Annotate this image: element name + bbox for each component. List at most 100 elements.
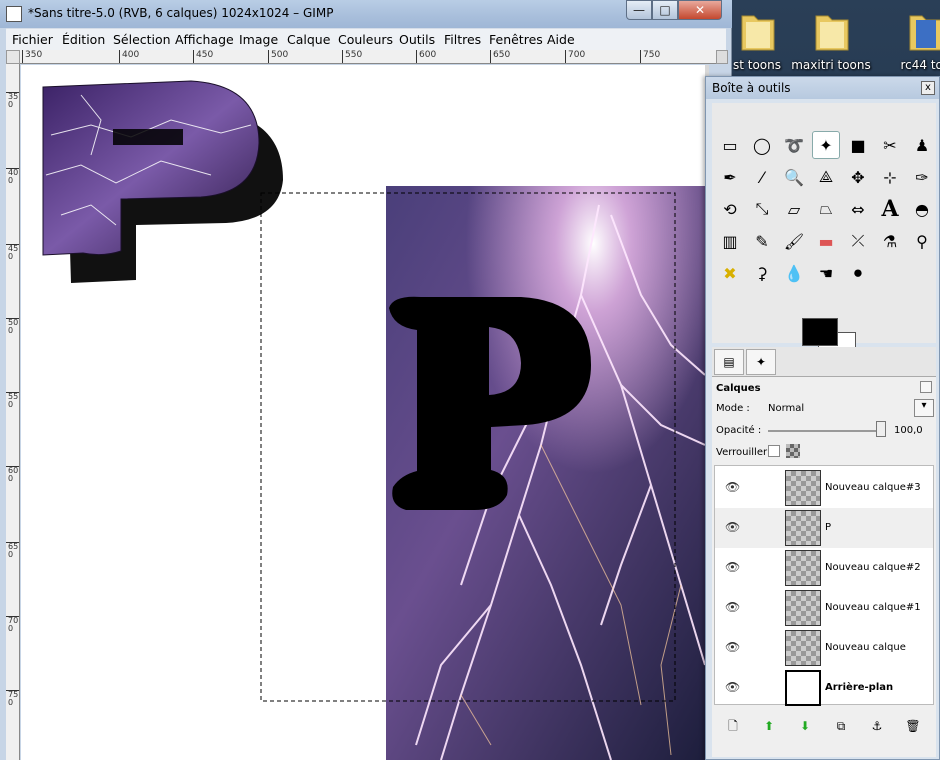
rotate-tool[interactable]: ⟲ [716, 195, 744, 223]
layer-row[interactable]: 👁 Nouveau calque#2 [715, 548, 933, 588]
foreground-select-tool[interactable]: ♟ [908, 131, 936, 159]
dock-title-bar[interactable]: Boîte à outils x [706, 77, 939, 99]
layer-row[interactable]: 👁 P [715, 508, 933, 548]
perspective-clone-tool[interactable]: ⚳ [748, 259, 776, 287]
scale-icon: ⤡ [755, 199, 769, 218]
layer-row[interactable]: 👁 Nouveau calque#1 [715, 588, 933, 628]
mode-select[interactable]: Normal [768, 403, 804, 414]
perspective-tool[interactable]: ⏢ [812, 195, 840, 223]
lower-layer-button[interactable]: ⬇ [796, 717, 814, 735]
paths-tool[interactable]: ✒ [716, 163, 744, 191]
menu-image[interactable]: Image [239, 32, 278, 47]
layers-panel: Calques Mode : Normal ▾ Opacité : 100,0 … [712, 377, 936, 757]
duplicate-layer-button[interactable]: ⧉ [832, 717, 850, 735]
eye-icon[interactable]: 👁 [725, 640, 740, 654]
menu-calque[interactable]: Calque [287, 32, 330, 47]
pencil-tool[interactable]: ✎ [748, 227, 776, 255]
measure-tool[interactable]: ⟁ [812, 163, 840, 191]
desktop-folder-icon[interactable]: rc44 toc [880, 2, 940, 76]
scale-tool[interactable]: ⤡ [748, 195, 776, 223]
close-button[interactable]: ✕ [678, 0, 722, 20]
anchor-layer-button[interactable]: ⚓ [868, 717, 886, 735]
clone-tool[interactable]: ⚲ [908, 227, 936, 255]
ruler-tick: 650 [6, 542, 19, 559]
eye-icon[interactable]: 👁 [725, 520, 740, 534]
menu-aide[interactable]: Aide [547, 32, 575, 47]
dodge-burn-tool[interactable]: ⚫ [844, 259, 872, 287]
menu-couleurs[interactable]: Couleurs [338, 32, 393, 47]
dock-close-button[interactable]: x [921, 81, 935, 95]
opacity-slider-thumb[interactable] [876, 421, 886, 437]
menu-edition[interactable]: Édition [62, 32, 105, 47]
eye-icon[interactable]: 👁 [725, 560, 740, 574]
raise-layer-button[interactable]: ⬆ [760, 717, 778, 735]
navigate-button[interactable] [716, 50, 728, 64]
zoom-tool[interactable]: 🔍 [780, 163, 808, 191]
eye-icon[interactable]: 👁 [725, 480, 740, 494]
mode-dropdown-icon[interactable]: ▾ [914, 399, 934, 417]
horizontal-ruler[interactable]: 350 400 450 500 550 600 650 700 750 [20, 50, 716, 64]
select-by-color-tool[interactable]: ■ [844, 131, 872, 159]
minimize-button[interactable]: — [626, 0, 652, 20]
maximize-button[interactable]: □ [652, 0, 678, 20]
opacity-slider[interactable] [768, 430, 884, 432]
title-bar[interactable]: *Sans titre-5.0 (RVB, 6 calques) 1024x10… [0, 0, 732, 28]
layer-name: Nouveau calque#1 [825, 602, 921, 613]
move-tool[interactable]: ✥ [844, 163, 872, 191]
menu-fichier[interactable]: Fichier [12, 32, 53, 47]
arrow-up-icon: ⬆ [763, 719, 775, 733]
scissors-tool[interactable]: ✂ [876, 131, 904, 159]
menu-filtres[interactable]: Filtres [444, 32, 481, 47]
crop-tool[interactable]: ✑ [908, 163, 936, 191]
blur-sharpen-tool[interactable]: 💧 [780, 259, 808, 287]
rotate-icon: ⟲ [723, 199, 737, 219]
lock-alpha-icon[interactable] [786, 444, 800, 458]
eye-icon[interactable]: 👁 [725, 680, 740, 694]
panel-menu-button[interactable] [920, 381, 932, 393]
bucket-icon: ◓ [915, 199, 929, 219]
ruler-corner[interactable] [6, 50, 20, 64]
align-tool[interactable]: ⊹ [876, 163, 904, 191]
foreground-color-swatch[interactable] [802, 318, 838, 346]
dock-title: Boîte à outils [712, 81, 791, 95]
eye-icon[interactable]: 👁 [725, 600, 740, 614]
lock-pixels-checkbox[interactable] [768, 445, 780, 457]
menu-selection[interactable]: Sélection [113, 32, 171, 47]
layer-row[interactable]: 👁 Nouveau calque#3 [715, 468, 933, 508]
vertical-ruler[interactable]: 350 400 450 500 550 600 650 700 750 [6, 64, 20, 760]
layer-thumbnail [785, 550, 821, 586]
layer-row[interactable]: 👁 Nouveau calque [715, 628, 933, 668]
color-picker-tool[interactable]: ⁄ [748, 163, 776, 191]
shear-tool[interactable]: ▱ [780, 195, 808, 223]
text-tool[interactable]: A [876, 195, 904, 223]
ink-tool[interactable]: ⚗ [876, 227, 904, 255]
flip-tool[interactable]: ⇔ [844, 195, 872, 223]
bandage-icon: ✖ [723, 263, 737, 283]
blend-tool[interactable]: ▥ [716, 227, 744, 255]
menu-affichage[interactable]: Affichage [175, 32, 234, 47]
menu-fenetres[interactable]: Fenêtres [489, 32, 543, 47]
heal-tool[interactable]: ✖ [716, 259, 744, 287]
smudge-tool[interactable]: ☚ [812, 259, 840, 287]
desktop-folder-icon[interactable]: maxitri toons [786, 2, 876, 76]
ellipse-select-tool[interactable]: ◯ [748, 131, 776, 159]
airbrush-icon: ⤫ [851, 231, 865, 250]
tab-layers[interactable]: ▤ [714, 349, 744, 375]
menu-outils[interactable]: Outils [399, 32, 435, 47]
folder-icon [815, 15, 849, 51]
paintbrush-tool[interactable]: 🖌 [780, 227, 808, 255]
fuzzy-select-tool[interactable]: ✦ [812, 131, 840, 159]
opacity-value[interactable]: 100,0 [894, 425, 923, 436]
free-select-tool[interactable]: ➰ [780, 131, 808, 159]
tab-tool-options[interactable]: ✦ [746, 349, 776, 375]
layer-name: Arrière-plan [825, 682, 894, 693]
eraser-tool[interactable]: ▬ [812, 227, 840, 255]
new-layer-button[interactable]: 🗋 [724, 717, 742, 735]
image-canvas[interactable] [21, 65, 705, 760]
shear-icon: ▱ [787, 199, 801, 219]
bucket-fill-tool[interactable]: ◓ [908, 195, 936, 223]
layer-row[interactable]: 👁 Arrière-plan [715, 668, 933, 708]
delete-layer-button[interactable]: 🗑 [904, 717, 922, 735]
rect-select-tool[interactable]: ▭ [716, 131, 744, 159]
airbrush-tool[interactable]: ⤫ [844, 227, 872, 255]
